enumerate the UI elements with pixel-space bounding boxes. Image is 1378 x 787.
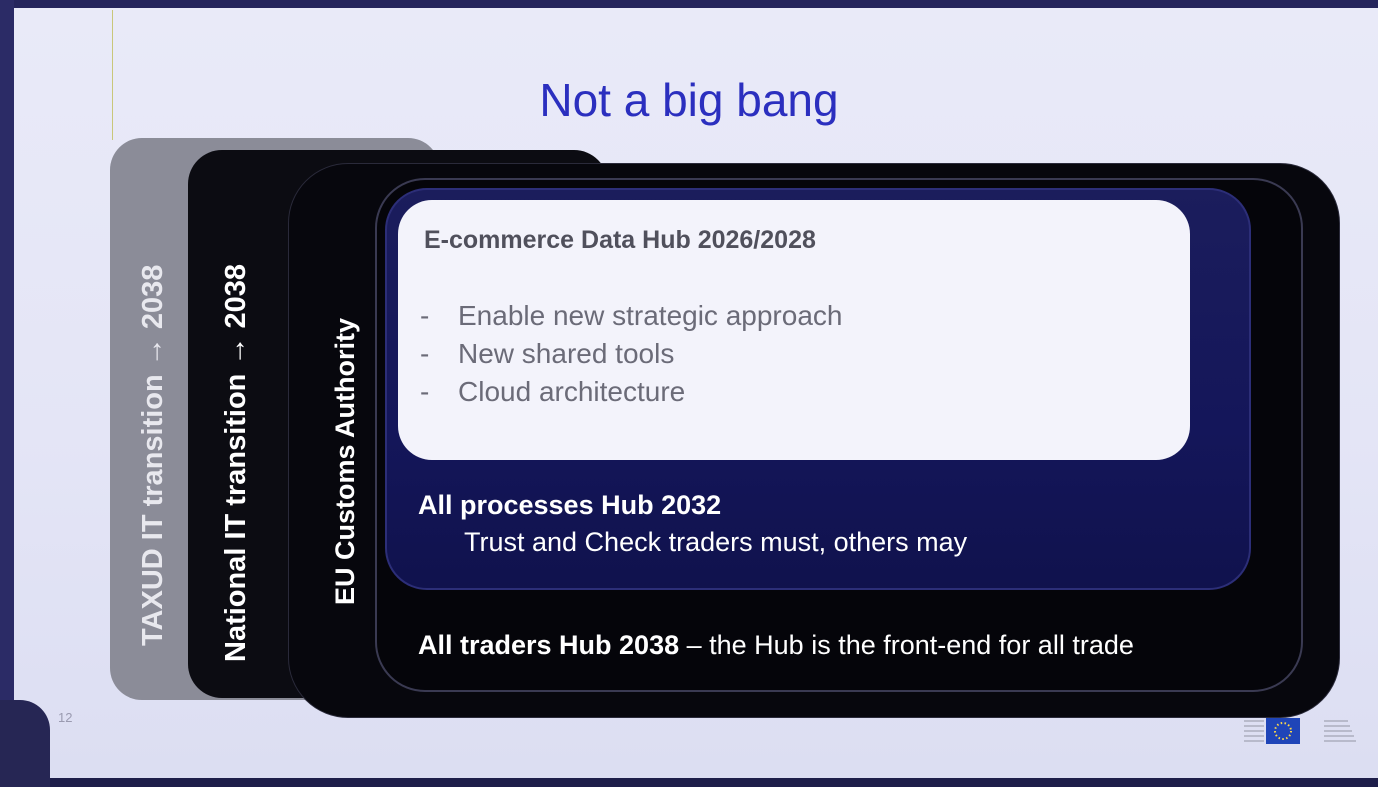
slide-title: Not a big bang bbox=[539, 73, 839, 126]
bullet-item: - New shared tools bbox=[420, 335, 842, 373]
all-processes-subtitle: Trust and Check traders must, others may bbox=[464, 527, 968, 557]
bullet-text: New shared tools bbox=[458, 338, 675, 369]
bullet-text: Enable new strategic approach bbox=[458, 300, 843, 331]
commission-building-lines-right bbox=[1324, 720, 1356, 742]
ecommerce-bullets: - Enable new strategic approach - New shar… bbox=[420, 297, 842, 411]
taxud-label: TAXUD IT transition → 2038 bbox=[137, 264, 169, 646]
all-traders-rest: – the Hub is the front-end for all trade bbox=[679, 630, 1134, 660]
all-processes-title: All processes Hub 2032 bbox=[418, 490, 722, 520]
bullet-item: - Enable new strategic approach bbox=[420, 297, 842, 335]
screen-frame-bottom bbox=[0, 778, 1378, 787]
bullet-dash: - bbox=[420, 376, 430, 407]
bullet-text: Cloud architecture bbox=[458, 376, 686, 407]
eu-flag-icon bbox=[1266, 718, 1300, 744]
european-commission-logo bbox=[1244, 718, 1356, 744]
bullet-dash: - bbox=[420, 300, 430, 331]
bullet-item: - Cloud architecture bbox=[420, 373, 842, 411]
foreground-thumb bbox=[0, 700, 50, 787]
eu-customs-label: EU Customs Authority bbox=[330, 317, 360, 605]
national-label: National IT transition → 2038 bbox=[220, 263, 252, 662]
ecommerce-title: E-commerce Data Hub 2026/2028 bbox=[424, 226, 816, 254]
bullet-dash: - bbox=[420, 338, 430, 369]
commission-building-lines-left bbox=[1244, 720, 1264, 742]
page-number: 12 bbox=[58, 710, 73, 725]
all-traders-text: All traders Hub 2038 – the Hub is the fr… bbox=[418, 630, 1134, 661]
all-traders-bold: All traders Hub 2038 bbox=[418, 630, 680, 660]
